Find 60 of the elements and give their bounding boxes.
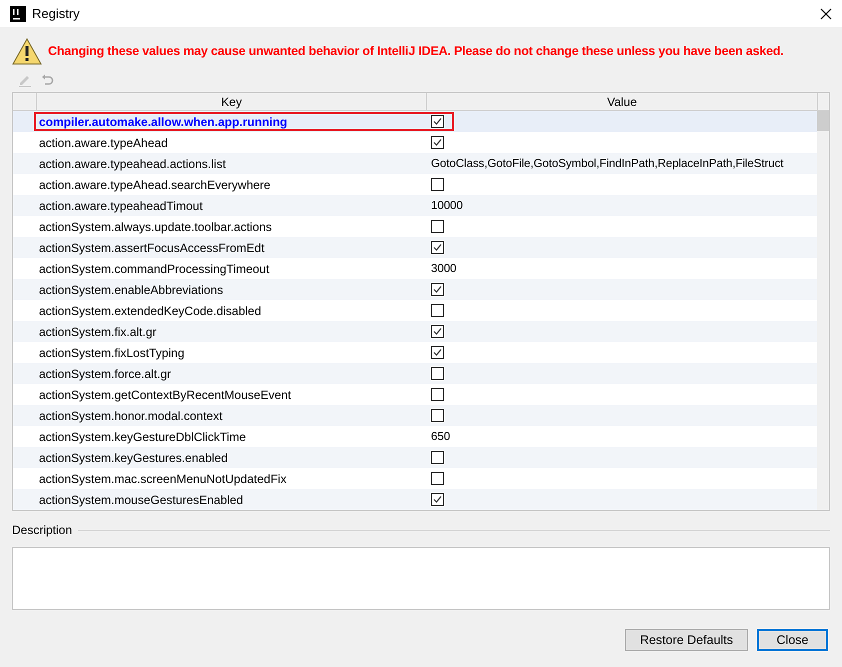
description-field[interactable] (12, 547, 830, 610)
table-cell-text: actionSystem.fixLostTyping (39, 344, 186, 362)
table-row[interactable]: actionSystem.keyGestures.enabled (13, 447, 818, 468)
column-header[interactable]: Value (427, 93, 818, 110)
table-cell-text: action.aware.typeahead.actions.list (39, 156, 227, 172)
close-icon[interactable] (820, 8, 832, 20)
table-cell-text: action.aware.typeaheadTimout (39, 198, 204, 214)
table-cell-text: 650 (431, 428, 450, 445)
app-logo-icon (10, 6, 26, 22)
table-cell-text: actionSystem.mac.screenMenuNotUpdatedFix (39, 470, 288, 488)
table-row[interactable]: actionSystem.enableAbbreviations (13, 279, 818, 300)
table-row[interactable]: compiler.automake.allow.when.app.running (13, 111, 818, 132)
table-cell-text: action.aware.typeAhead.searchEverywhere (39, 176, 272, 194)
table-cell-text: 10000 (431, 198, 463, 214)
checkbox[interactable] (431, 136, 444, 149)
warning-message: Changing these values may cause unwanted behavior of IntelliJ IDEA. Please do not change these unless you have been asked. (48, 42, 784, 60)
table-cell-text: GotoClass,GotoFile,GotoSymbol,FindInPath,ReplaceInPath,FileStruct (431, 156, 784, 172)
table-cell-text: actionSystem.keyGestureDblClickTime (39, 428, 247, 446)
table-cell-text: actionSystem.getContextByRecentMouseEvent (39, 386, 292, 404)
table-row[interactable]: actionSystem.mouseGesturesEnabled (13, 489, 818, 510)
checkbox[interactable] (431, 493, 444, 506)
table-row[interactable]: actionSystem.force.alt.gr (13, 363, 818, 384)
checkbox[interactable] (431, 472, 444, 485)
table-row[interactable]: actionSystem.assertFocusAccessFromEdt (13, 237, 818, 258)
table-row[interactable]: actionSystem.fix.alt.gr (13, 321, 818, 342)
table-row[interactable]: actionSystem.honor.modal.context (13, 405, 818, 426)
table-cell-text: actionSystem.enableAbbreviations (39, 282, 224, 298)
checkbox[interactable] (431, 451, 444, 464)
column-header[interactable]: Key (37, 93, 427, 110)
checkbox[interactable] (431, 388, 444, 401)
checkbox[interactable] (431, 241, 444, 254)
checkbox[interactable] (431, 325, 444, 338)
table-cell-text: actionSystem.force.alt.gr (39, 366, 172, 382)
close-button[interactable]: Close (757, 629, 828, 651)
table-cell-text: actionSystem.always.update.toolbar.actions (39, 218, 273, 236)
table-cell-text: actionSystem.honor.modal.context (39, 408, 224, 424)
table-cell-text: actionSystem.extendedKeyCode.disabled (39, 302, 262, 320)
checkbox[interactable] (431, 367, 444, 380)
table-cell-text: actionSystem.fix.alt.gr (39, 324, 158, 340)
table-cell-text: action.aware.typeAhead (39, 134, 169, 152)
checkbox[interactable] (431, 346, 444, 359)
window-title: Registry (32, 4, 80, 23)
checkbox[interactable] (431, 178, 444, 191)
description-label: Description (12, 522, 72, 539)
table-cell-text: 3000 (431, 260, 456, 277)
checkbox[interactable] (431, 283, 444, 296)
checkbox[interactable] (431, 115, 444, 128)
table-row[interactable]: action.aware.typeahead.actions.list GotoClass,GotoFile,GotoSymbol,FindInPath,ReplaceInPath,FileStruct (13, 153, 818, 174)
table-cell-text: actionSystem.commandProcessingTimeout (39, 260, 270, 278)
restore-defaults-button[interactable]: Restore Defaults (625, 629, 748, 651)
table-cell-text: compiler.automake.allow.when.app.running (39, 114, 288, 130)
table-cell-text: actionSystem.assertFocusAccessFromEdt (39, 240, 266, 256)
warning-icon (12, 38, 42, 64)
checkbox[interactable] (431, 220, 444, 233)
table-cell-text: actionSystem.mouseGesturesEnabled (39, 492, 244, 508)
scrollbar[interactable] (817, 111, 829, 510)
table-cell-text: actionSystem.keyGestures.enabled (39, 450, 229, 466)
checkbox[interactable] (431, 304, 444, 317)
table-row[interactable]: action.aware.typeaheadTimout 10000 (13, 195, 818, 216)
checkbox[interactable] (431, 409, 444, 422)
